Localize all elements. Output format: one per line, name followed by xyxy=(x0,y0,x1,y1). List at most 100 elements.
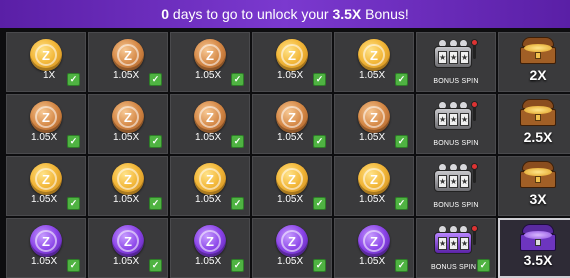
day-cell: Z 1.05X ✓ xyxy=(88,94,168,154)
reward-multiplier: 2X xyxy=(529,67,547,83)
day-cell: Z 1.05X ✓ xyxy=(88,156,168,216)
bonus-grid: Z 1X ✓ Z 1.05X ✓ Z 1.05X ✓ Z 1.05X ✓ Z 1.05X ✓ ★ ★ ★ BONUS… xyxy=(6,32,570,278)
z-coin-glyph: Z xyxy=(363,106,385,128)
day-cell: Z 1.05X ✓ xyxy=(252,218,332,278)
slot-knob xyxy=(471,163,478,170)
multiplier-label: 1X xyxy=(43,70,56,81)
slot-machine-icon: ★ ★ ★ xyxy=(434,101,478,131)
z-coin-icon: Z xyxy=(194,163,226,195)
checkmark-icon: ✓ xyxy=(67,73,80,86)
multiplier-label: 1.05X xyxy=(359,132,386,143)
multiplier-label: 1.05X xyxy=(277,132,304,143)
z-coin-icon: Z xyxy=(358,101,390,133)
slot-reel: ★ xyxy=(438,237,447,250)
day-cell: Z 1.05X ✓ xyxy=(170,32,250,92)
z-coin-glyph: Z xyxy=(199,168,221,190)
z-coin-glyph: Z xyxy=(117,44,139,66)
chest-treasure xyxy=(524,106,552,114)
bonus-spin-label: BONUS SPIN xyxy=(433,78,479,85)
bonus-spin-label: BONUS SPIN xyxy=(433,140,479,147)
z-coin-glyph: Z xyxy=(281,44,303,66)
z-coin-glyph: Z xyxy=(35,168,57,190)
z-coin-glyph: Z xyxy=(281,168,303,190)
treasure-chest-icon xyxy=(520,224,556,252)
reward-multiplier: 2.5X xyxy=(523,129,553,145)
z-coin-icon: Z xyxy=(358,225,390,257)
multiplier-label: 1.05X xyxy=(277,256,304,267)
slot-reel: ★ xyxy=(460,175,469,188)
slot-reel: ★ xyxy=(438,175,447,188)
slot-body: ★ ★ ★ xyxy=(434,170,472,192)
z-coin-icon: Z xyxy=(112,39,144,71)
checkmark-icon: ✓ xyxy=(231,73,244,86)
bonus-spin-cell: ★ ★ ★ BONUS SPIN ✓ xyxy=(416,218,496,278)
slot-machine-icon: ★ ★ ★ xyxy=(434,225,478,255)
slot-body: ★ ★ ★ xyxy=(434,108,472,130)
z-coin-icon: Z xyxy=(194,225,226,257)
slot-machine-icon: ★ ★ ★ xyxy=(434,39,478,69)
day-cell: Z 1.05X ✓ xyxy=(88,218,168,278)
checkmark-icon: ✓ xyxy=(231,197,244,210)
day-cell: Z 1.05X ✓ xyxy=(252,32,332,92)
z-coin-glyph: Z xyxy=(281,106,303,128)
chest-lock xyxy=(535,239,541,246)
banner-text-b: Bonus! xyxy=(361,6,409,22)
day-cell: Z 1.05X ✓ xyxy=(334,156,414,216)
bonus-spin-cell: ★ ★ ★ BONUS SPIN xyxy=(416,94,496,154)
bonus-value: 3.5X xyxy=(332,6,362,22)
slot-reel: ★ xyxy=(460,51,469,64)
z-coin-glyph: Z xyxy=(363,44,385,66)
z-coin-glyph: Z xyxy=(363,230,385,252)
z-coin-glyph: Z xyxy=(117,230,139,252)
z-coin-icon: Z xyxy=(276,163,308,195)
z-coin-icon: Z xyxy=(194,101,226,133)
multiplier-label: 1.05X xyxy=(31,132,58,143)
multiplier-label: 1.05X xyxy=(113,132,140,143)
z-coin-glyph: Z xyxy=(35,106,57,128)
bonus-spin-cell: ★ ★ ★ BONUS SPIN xyxy=(416,156,496,216)
slot-reel: ★ xyxy=(449,51,458,64)
day-cell: Z 1.05X ✓ xyxy=(170,156,250,216)
slot-reel: ★ xyxy=(438,51,447,64)
multiplier-label: 1.05X xyxy=(359,194,386,205)
multiplier-label: 1.05X xyxy=(195,256,222,267)
day-cell: Z 1.05X ✓ xyxy=(252,156,332,216)
day-cell: Z 1.05X ✓ xyxy=(6,218,86,278)
days-remaining: 0 xyxy=(161,6,170,22)
multiplier-label: 1.05X xyxy=(277,70,304,81)
day-cell: Z 1.05X ✓ xyxy=(6,156,86,216)
z-coin-icon: Z xyxy=(276,101,308,133)
z-coin-icon: Z xyxy=(112,101,144,133)
banner-text-a: days to go to unlock your xyxy=(169,6,333,22)
checkmark-icon: ✓ xyxy=(313,259,326,272)
z-coin-glyph: Z xyxy=(117,106,139,128)
chest-lock xyxy=(535,114,541,121)
checkmark-icon: ✓ xyxy=(67,135,80,148)
z-coin-icon: Z xyxy=(30,225,62,257)
z-coin-glyph: Z xyxy=(35,230,57,252)
checkmark-icon: ✓ xyxy=(313,135,326,148)
checkmark-icon: ✓ xyxy=(313,197,326,210)
bonus-spin-cell: ★ ★ ★ BONUS SPIN xyxy=(416,32,496,92)
multiplier-label: 1.05X xyxy=(359,70,386,81)
checkmark-icon: ✓ xyxy=(231,135,244,148)
slot-reel: ★ xyxy=(449,175,458,188)
checkmark-icon: ✓ xyxy=(313,73,326,86)
z-coin-glyph: Z xyxy=(117,168,139,190)
reward-cell: 3.5X xyxy=(498,218,570,278)
day-cell: Z 1.05X ✓ xyxy=(252,94,332,154)
checkmark-icon: ✓ xyxy=(231,259,244,272)
day-cell: Z 1.05X ✓ xyxy=(6,94,86,154)
treasure-chest-icon xyxy=(520,99,556,127)
z-coin-icon: Z xyxy=(112,225,144,257)
checkmark-icon: ✓ xyxy=(395,197,408,210)
z-coin-glyph: Z xyxy=(199,106,221,128)
slot-reel: ★ xyxy=(460,237,469,250)
z-coin-icon: Z xyxy=(30,39,62,71)
slot-machine-icon: ★ ★ ★ xyxy=(434,163,478,193)
day-cell: Z 1X ✓ xyxy=(6,32,86,92)
z-coin-icon: Z xyxy=(194,39,226,71)
checkmark-icon: ✓ xyxy=(395,135,408,148)
slot-knob xyxy=(471,39,478,46)
chest-lock xyxy=(535,176,541,183)
